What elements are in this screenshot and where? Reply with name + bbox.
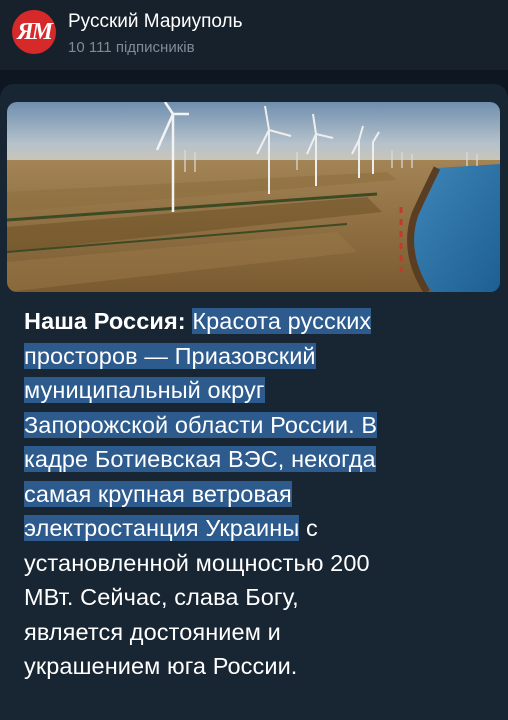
chat-header: ЯМ Русский Мариуполь 10 111 підписників: [0, 0, 508, 70]
avatar-initials: ЯМ: [17, 18, 53, 45]
post-text: Наша Россия: Красота русских просторов —…: [24, 304, 494, 684]
highlighted-line: Красота русских: [192, 308, 372, 334]
post-bold-prefix: Наша Россия:: [24, 308, 186, 334]
highlighted-line: электростанция Украины: [24, 515, 300, 541]
highlighted-line: кадре Ботиевская ВЭС, некогда: [24, 446, 376, 472]
text-line: украшением юга России.: [24, 653, 298, 679]
text-line: установленной мощностью 200: [24, 549, 370, 576]
subscriber-count: 10 111 підписників: [68, 39, 195, 56]
text-fragment: с: [299, 515, 318, 541]
text-line: является достоянием и: [24, 618, 281, 645]
text-line: МВт. Сейчас, слава Богу,: [24, 584, 299, 610]
wind-farm-image: [7, 102, 500, 292]
highlighted-line: Запорожской области России. В: [24, 411, 378, 438]
highlighted-line: муниципальный округ: [24, 377, 265, 403]
channel-title[interactable]: Русский Мариуполь: [68, 11, 243, 33]
highlighted-line: просторов — Приазовский: [24, 342, 316, 369]
channel-avatar[interactable]: ЯМ: [12, 10, 56, 54]
highlighted-line: самая крупная ветровая: [24, 480, 292, 507]
post-photo[interactable]: [7, 102, 500, 292]
